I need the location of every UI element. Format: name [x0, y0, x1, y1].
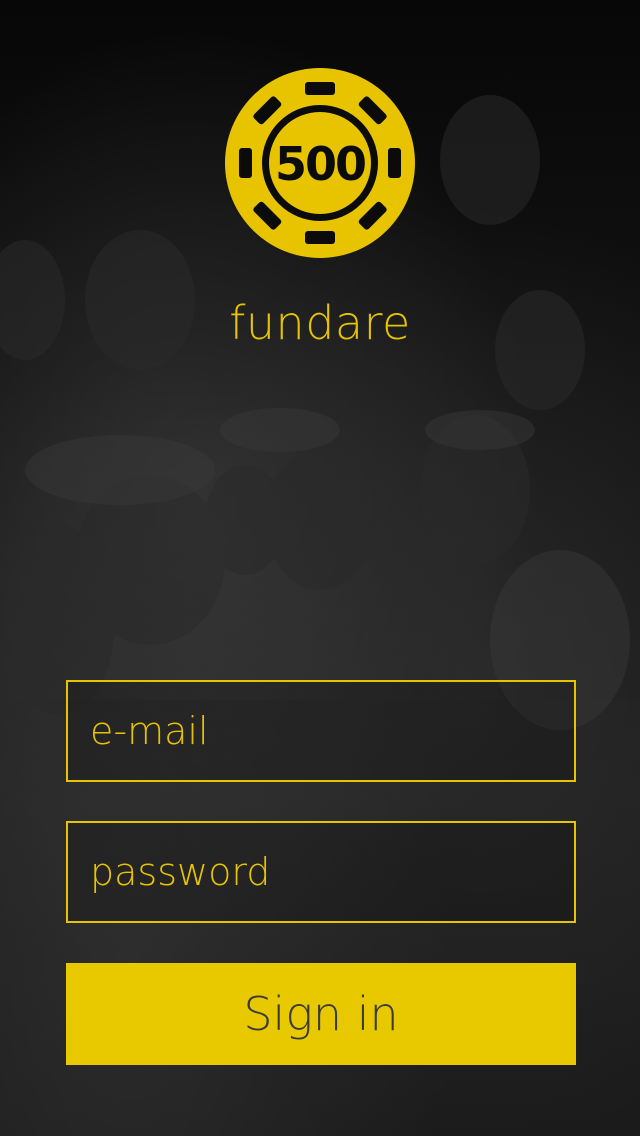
email-input[interactable]: [68, 682, 574, 780]
brand-name: fundare: [229, 296, 411, 350]
sign-in-button[interactable]: Sign in: [66, 963, 576, 1065]
logo-value: 500: [275, 137, 365, 191]
password-field[interactable]: [66, 821, 576, 923]
email-field[interactable]: [66, 680, 576, 782]
poker-chip-icon: 500: [225, 68, 415, 258]
password-input[interactable]: [68, 823, 574, 921]
login-screen: 500 fundare Sign in: [0, 0, 640, 1136]
